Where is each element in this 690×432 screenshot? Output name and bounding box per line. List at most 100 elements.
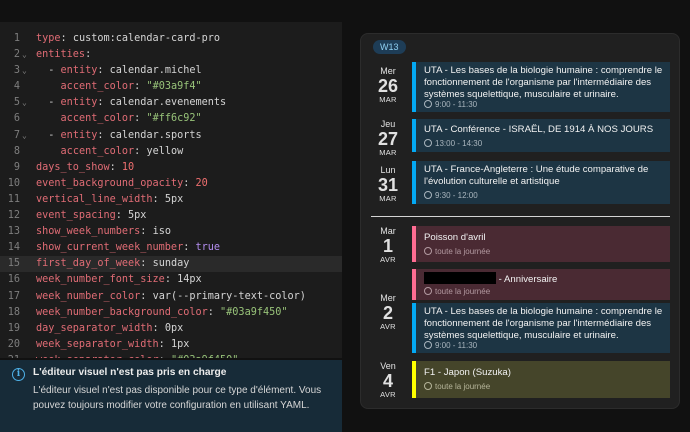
- code-token: :: [60, 33, 73, 44]
- code-line[interactable]: 4 accent_color: "#03a9f4": [0, 79, 342, 95]
- code-token: calendar.sports: [109, 129, 202, 141]
- line-number: 2: [13, 49, 20, 61]
- code-text: week_separator_width: 1px: [36, 337, 189, 353]
- fold-chevron-icon[interactable]: ⌄: [22, 63, 32, 79]
- code-line[interactable]: 20 week_separator_width: 1px: [0, 337, 342, 353]
- fold-chevron-icon[interactable]: ⌄: [22, 95, 32, 111]
- clock-icon: [424, 191, 432, 199]
- code-line[interactable]: 8 accent_color: yellow: [0, 144, 342, 160]
- line-number: 19: [7, 322, 20, 334]
- code-line[interactable]: 6 accent_color: "#ff6c92": [0, 111, 342, 127]
- fold-chevron-icon[interactable]: ⌄: [22, 128, 32, 144]
- event-color-bar: [412, 161, 416, 204]
- day-date: Mer 2 AVR: [371, 293, 405, 332]
- line-number: 18: [7, 306, 20, 318]
- code-text: type: custom:calendar-card-pro: [36, 31, 220, 47]
- code-line[interactable]: 7 ⌄ - entity: calendar.sports: [0, 128, 342, 144]
- event-time-text: toute la journée: [435, 287, 491, 296]
- code-token: -: [36, 65, 61, 77]
- event-color-bar: [412, 269, 416, 300]
- code-text: week_number_color: var(--primary-text-co…: [36, 289, 306, 305]
- day-date: Ven 4 AVR: [371, 361, 405, 400]
- event-color-bar: [412, 119, 416, 152]
- code-line[interactable]: 17 week_number_color: var(--primary-text-…: [0, 289, 342, 305]
- line-number: 9: [13, 161, 20, 173]
- calendar-event[interactable]: - Anniversaire toute la journée: [412, 269, 670, 300]
- code-token: :: [207, 306, 221, 318]
- code-text: accent_color: yellow: [36, 144, 184, 160]
- code-token: :: [140, 290, 153, 302]
- code-line[interactable]: 9 days_to_show: 10: [0, 160, 342, 176]
- code-line[interactable]: 3 ⌄ - entity: calendar.michel: [0, 63, 342, 79]
- code-token: :: [183, 242, 196, 254]
- calendar-event[interactable]: Poisson d'avril toute la journée: [412, 226, 670, 262]
- code-text: week_number_background_color: "#03a9f450…: [36, 305, 288, 321]
- code-text: event_background_opacity: 20: [36, 176, 208, 192]
- line-number: 6: [13, 113, 20, 125]
- code-token: vertical_line_width: [36, 193, 153, 205]
- code-token: type: [36, 33, 61, 44]
- code-token: "#03a9f4": [146, 81, 202, 93]
- code-line[interactable]: 2 ⌄ entities:: [0, 47, 342, 63]
- info-icon: i: [12, 368, 25, 381]
- event-title: Poisson d'avril: [424, 232, 486, 243]
- clock-icon: [424, 247, 432, 255]
- line-number: 15: [7, 258, 20, 270]
- calendar-event[interactable]: UTA - Conférence - ISRAËL, DE 1914 À NOS…: [412, 119, 670, 152]
- code-token: first_day_of_week: [36, 258, 141, 270]
- code-text: event_spacing: 5px: [36, 208, 146, 224]
- event-title: UTA - France-Angleterre : Une étude comp…: [424, 164, 649, 187]
- code-line[interactable]: 12 event_spacing: 5px: [0, 208, 342, 224]
- day-number: 27: [377, 129, 399, 149]
- code-line[interactable]: 18 week_number_background_color: "#03a9f4…: [0, 305, 342, 321]
- calendar-event[interactable]: F1 - Japon (Suzuka) toute la journée: [412, 361, 670, 398]
- code-line[interactable]: 5 ⌄ - entity: calendar.evenements: [0, 95, 342, 111]
- calendar-event[interactable]: UTA - Les bases de la biologie humaine :…: [412, 62, 670, 112]
- code-token: yellow: [146, 145, 184, 157]
- code-token: -: [36, 129, 61, 141]
- code-token: 10: [121, 161, 135, 173]
- code-token: :: [164, 274, 178, 286]
- code-token: entity: [60, 97, 98, 109]
- code-line[interactable]: 14 show_current_week_number: true: [0, 240, 342, 256]
- calendar-event[interactable]: UTA - Les bases de la biologie humaine :…: [412, 303, 670, 353]
- code-line[interactable]: 21 week_separator_color: "#03a9f450": [0, 353, 342, 358]
- code-token: iso: [152, 226, 171, 238]
- event-time: 9:00 - 11:30: [424, 100, 477, 109]
- code-line[interactable]: 13 show_week_numbers: iso: [0, 224, 342, 240]
- code-token: :: [134, 113, 147, 125]
- calendar-event[interactable]: UTA - France-Angleterre : Une étude comp…: [412, 161, 670, 204]
- day-month: AVR: [380, 390, 396, 399]
- calendar-card-preview: W13 Mer 26 MAR UTA - Les bases de la bio…: [360, 33, 680, 409]
- alert-title: L'éditeur visuel n'est pas pris en charg…: [33, 367, 227, 378]
- yaml-code-editor[interactable]: 1 type: custom:calendar-card-pro 2 ⌄ entitie…: [0, 22, 342, 358]
- event-time: 9:00 - 11:30: [424, 341, 477, 350]
- code-line[interactable]: 1 type: custom:calendar-card-pro: [0, 31, 342, 47]
- code-token: entity: [60, 65, 98, 77]
- event-time: toute la journée: [424, 287, 490, 296]
- code-line[interactable]: 11 vertical_line_width: 5px: [0, 192, 342, 208]
- day-month: MAR: [379, 194, 397, 203]
- event-time-text: 9:00 - 11:30: [435, 100, 478, 109]
- event-title: UTA - Conférence - ISRAËL, DE 1914 À NOS…: [424, 124, 654, 135]
- code-line[interactable]: 16 week_number_font_size: 14px: [0, 272, 342, 288]
- code-line[interactable]: 10 event_background_opacity: 20: [0, 176, 342, 192]
- code-token: :: [183, 177, 196, 189]
- code-token: 20: [195, 177, 208, 189]
- event-time: toute la journée: [424, 247, 490, 256]
- code-token: accent_color: [60, 145, 135, 157]
- code-token: show_current_week_number: [36, 242, 184, 254]
- code-line[interactable]: 19 day_separator_width: 0px: [0, 321, 342, 337]
- code-text: week_number_font_size: 14px: [36, 272, 202, 288]
- event-title: - Anniversaire: [424, 272, 664, 286]
- editor-lines[interactable]: 1 type: custom:calendar-card-pro 2 ⌄ entitie…: [0, 31, 342, 358]
- code-text: - entity: calendar.evenements: [36, 95, 226, 111]
- code-token: :: [115, 210, 129, 222]
- fold-chevron-icon[interactable]: ⌄: [22, 47, 32, 63]
- code-token: :: [134, 145, 147, 157]
- code-text: - entity: calendar.sports: [36, 128, 202, 144]
- code-line[interactable]: 15 first_day_of_week: sunday: [0, 256, 342, 273]
- event-time-text: toute la journée: [435, 382, 491, 391]
- event-color-bar: [412, 303, 416, 353]
